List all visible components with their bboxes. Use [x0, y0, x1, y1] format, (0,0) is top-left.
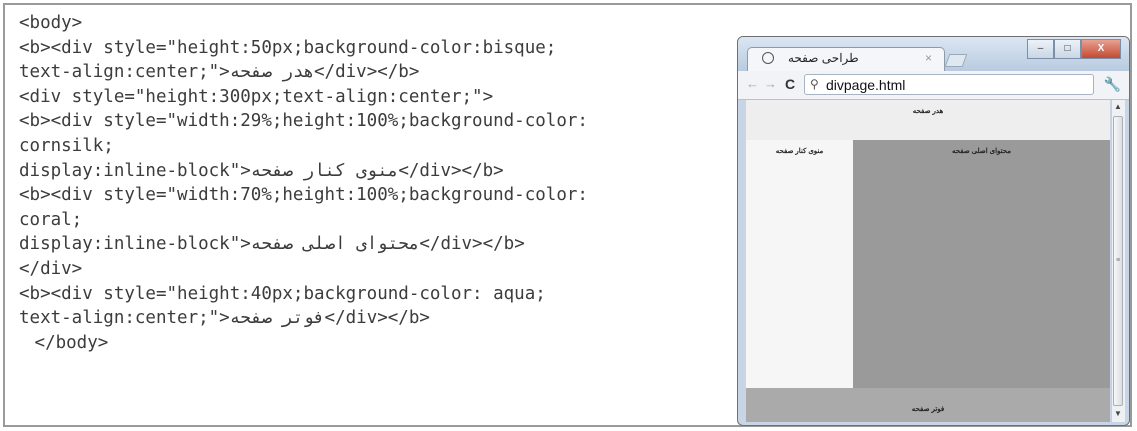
page-header: هدر صفحه [746, 100, 1110, 140]
page-sidebar: منوی کنار صفحه [746, 140, 853, 388]
tab-close-icon[interactable]: × [925, 51, 932, 65]
figure-frame: <body> <b><div style="height:50px;backgr… [3, 3, 1132, 427]
footer-text: فوتر صفحه [911, 406, 945, 413]
browser-window: طراحی صفحه × – □ X ← → C ⚲ divpage.html … [737, 36, 1130, 426]
code-line: <b><div style="height:40px;background-co… [19, 283, 546, 304]
title-bar: طراحی صفحه × – □ X [738, 37, 1129, 71]
code-line: <b><div style="width:70%;height:100%;bac… [19, 185, 588, 206]
close-button[interactable]: X [1081, 39, 1121, 59]
main-text: محتوای اصلی صفحه [951, 148, 1012, 155]
scroll-up-icon[interactable]: ▲ [1114, 102, 1122, 111]
code-line: </body> [24, 332, 109, 353]
code-line: <b><div style="width:29%;height:100%;bac… [19, 111, 588, 132]
wrench-icon[interactable]: 🔧 [1104, 76, 1121, 93]
address-bar[interactable]: ⚲ divpage.html [804, 74, 1094, 95]
code-line: coral; [19, 209, 83, 230]
vertical-scrollbar[interactable]: ▲ ≡ ▼ [1111, 100, 1125, 422]
minimize-button[interactable]: – [1027, 39, 1054, 59]
address-text: divpage.html [826, 77, 906, 93]
forward-arrow-icon[interactable]: → [764, 76, 777, 91]
window-controls: – □ X [1027, 39, 1121, 59]
sidebar-text: منوی کنار صفحه [775, 148, 824, 155]
maximize-button[interactable]: □ [1054, 39, 1081, 59]
reload-icon[interactable]: C [785, 76, 795, 92]
code-line: text-align:center;">فوتر صفحه</div></b> [19, 308, 430, 329]
browser-tab[interactable]: طراحی صفحه × [747, 47, 945, 71]
search-icon: ⚲ [810, 77, 819, 91]
code-line: <body> [19, 13, 83, 33]
browser-toolbar: ← → C ⚲ divpage.html 🔧 [738, 71, 1129, 100]
page-viewport: هدر صفحه منوی کنار صفحه محتوای اصلی صفحه… [746, 100, 1110, 422]
new-tab-button[interactable] [944, 54, 968, 67]
tab-title: طراحی صفحه [788, 51, 859, 65]
code-line: display:inline-block">منوی کنار صفحه</di… [19, 160, 504, 181]
page-footer: فوتر صفحه [746, 388, 1110, 422]
code-line: text-align:center;">هدر صفحه</div></b> [19, 62, 420, 83]
code-line: display:inline-block">محتوای اصلی صفحه</… [19, 234, 525, 255]
page-main-content: محتوای اصلی صفحه [853, 140, 1110, 388]
code-line: <div style="height:300px;text-align:cent… [19, 86, 494, 107]
code-listing: <body> <b><div style="height:50px;backgr… [19, 11, 729, 355]
grip-icon: ≡ [1116, 257, 1121, 264]
scroll-down-icon[interactable]: ▼ [1114, 409, 1122, 418]
scroll-thumb[interactable]: ≡ [1113, 116, 1123, 406]
code-line: </div> [19, 258, 83, 279]
back-arrow-icon[interactable]: ← [746, 76, 759, 91]
header-text: هدر صفحه [912, 108, 944, 115]
page-icon [762, 52, 774, 64]
code-line: <b><div style="height:50px;background-co… [19, 37, 557, 58]
code-line: cornsilk; [19, 135, 114, 156]
